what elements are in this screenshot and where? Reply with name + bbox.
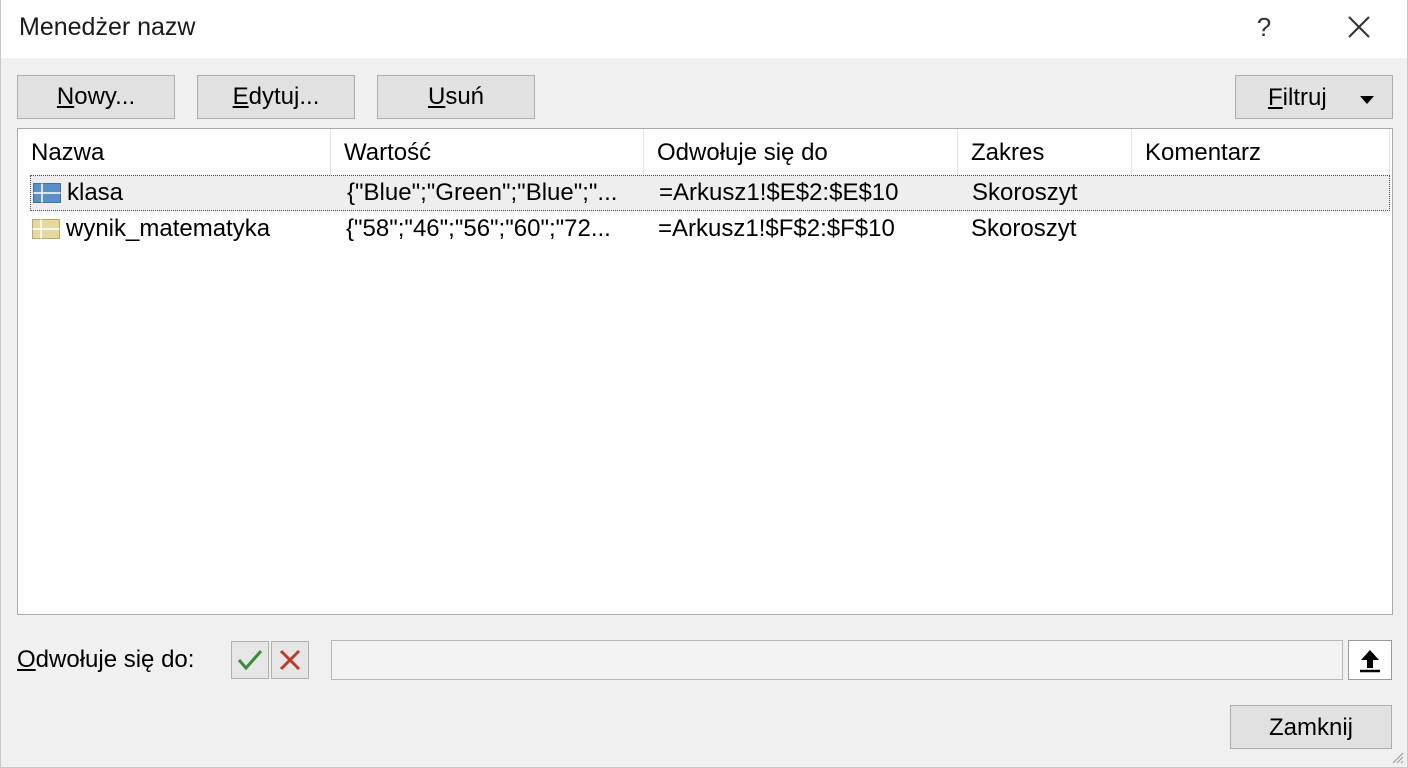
- title-bar: Menedżer nazw ?: [1, 0, 1407, 58]
- cancel-edit-button[interactable]: [271, 641, 309, 679]
- refers-to-label-text: dwołuje się do:: [35, 646, 195, 673]
- checkmark-icon: [237, 650, 263, 671]
- column-header-value[interactable]: Wartość: [331, 129, 644, 175]
- row-refers-to: =Arkusz1!$E$2:$E$10: [659, 179, 899, 206]
- row-name: wynik_matematyka: [66, 215, 271, 242]
- close-button[interactable]: Zamknij: [1230, 705, 1392, 749]
- filter-button-accesskey: F: [1268, 84, 1283, 111]
- close-icon: [1348, 16, 1370, 38]
- help-button[interactable]: ?: [1247, 8, 1281, 46]
- row-scope: Skoroszyt: [971, 215, 1077, 242]
- named-range-icon: [33, 183, 61, 203]
- table-row[interactable]: klasa {"Blue";"Green";"Blue";"... =Arkus…: [30, 175, 1390, 211]
- row-value: {"58";"46";"56";"60";"72...: [346, 215, 611, 242]
- edit-button-accesskey: E: [232, 83, 249, 110]
- window-title: Menedżer nazw: [19, 13, 196, 41]
- new-button-accesskey: N: [56, 83, 75, 110]
- edit-button[interactable]: Edytuj...: [197, 75, 355, 119]
- column-header-name[interactable]: Nazwa: [18, 129, 331, 175]
- column-header-scope[interactable]: Zakres: [958, 129, 1132, 175]
- refers-to-input[interactable]: [331, 640, 1343, 680]
- accept-button[interactable]: [231, 641, 269, 679]
- list-header: Nazwa Wartość Odwołuje się do Zakres Kom…: [18, 129, 1392, 175]
- resize-grip-icon[interactable]: [1390, 750, 1404, 764]
- collapse-arrow-up-icon: [1360, 650, 1380, 673]
- names-list[interactable]: Nazwa Wartość Odwołuje się do Zakres Kom…: [17, 128, 1393, 615]
- named-range-icon: [32, 219, 60, 239]
- delete-button[interactable]: Usuń: [377, 75, 535, 119]
- name-manager-dialog: Menedżer nazw ? Nowy... Edytuj... Usuń F…: [0, 0, 1408, 768]
- refers-to-accesskey: O: [17, 646, 36, 673]
- new-button-label: owy...: [74, 83, 136, 110]
- delete-button-label: suń: [445, 83, 485, 110]
- row-comment: [1145, 212, 1385, 246]
- refers-to-label: Odwołuje się do:: [17, 646, 194, 674]
- column-header-comment[interactable]: Komentarz: [1132, 129, 1390, 175]
- table-row[interactable]: wynik_matematyka {"58";"46";"56";"60";"7…: [30, 212, 1390, 248]
- row-name: klasa: [67, 179, 124, 206]
- row-comment: [1146, 176, 1386, 210]
- column-header-refers-to[interactable]: Odwołuje się do: [644, 129, 958, 175]
- filter-button-label: iltruj: [1282, 84, 1327, 111]
- filter-button[interactable]: Filtruj: [1235, 75, 1393, 119]
- delete-button-accesskey: U: [427, 83, 446, 110]
- dropdown-caret-icon: [1360, 96, 1374, 104]
- close-window-button[interactable]: [1337, 8, 1381, 46]
- row-refers-to: =Arkusz1!$F$2:$F$10: [658, 215, 895, 242]
- row-value: {"Blue";"Green";"Blue";"...: [347, 179, 618, 206]
- row-scope: Skoroszyt: [972, 179, 1078, 206]
- edit-button-label: dytuj...: [248, 83, 320, 110]
- cancel-x-icon: [279, 649, 301, 671]
- new-button[interactable]: Nowy...: [17, 75, 175, 119]
- collapse-dialog-button[interactable]: [1348, 640, 1392, 680]
